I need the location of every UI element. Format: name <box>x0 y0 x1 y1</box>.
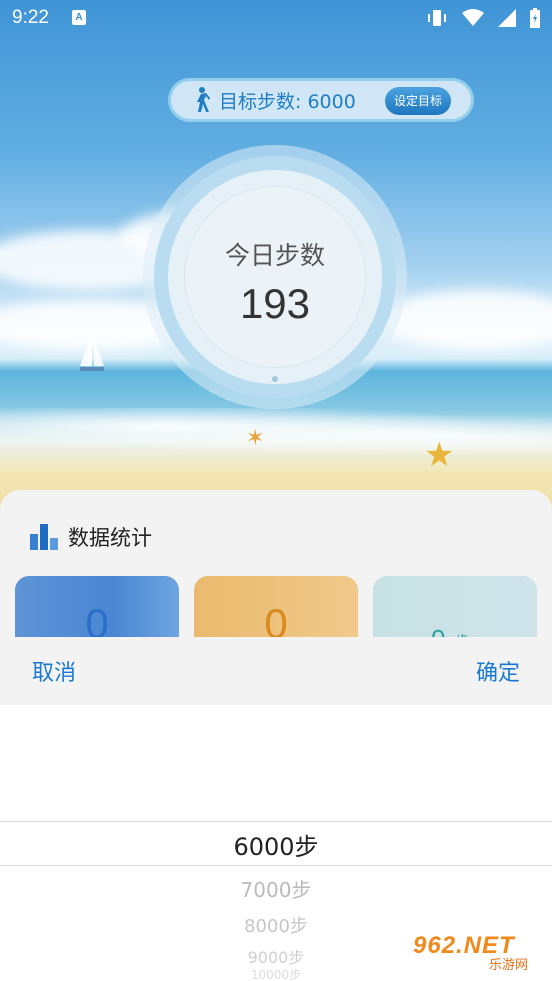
site-watermark: 962.NET 乐游网 <box>413 932 547 974</box>
battery-icon <box>530 8 540 28</box>
sailboat-icon <box>80 334 104 371</box>
cancel-button[interactable]: 取消 <box>32 655 76 687</box>
stats-title: 数据统计 <box>68 526 152 550</box>
status-time: 9:22 <box>12 7 49 28</box>
today-steps-value: 193 <box>239 280 311 327</box>
picker-option[interactable]: 7000步 <box>0 874 552 903</box>
goal-steps-text: 目标步数: 6000 <box>219 90 356 113</box>
today-steps-label: 今日步数 <box>224 241 325 270</box>
picker-toolbar <box>0 637 552 705</box>
notification-a-icon: A <box>72 10 86 25</box>
set-goal-button[interactable]: 设定目标 <box>384 87 451 115</box>
confirm-button[interactable]: 确定 <box>476 655 520 687</box>
signal-icon <box>498 9 516 27</box>
picker-selection-line-top <box>0 821 552 822</box>
status-bar: 9:22 A <box>0 0 552 36</box>
stats-header: 数据统计 <box>30 522 152 552</box>
steps-ring-core <box>184 186 366 368</box>
walking-person-icon <box>197 87 210 112</box>
vibrate-icon <box>428 10 446 26</box>
starfish-icon: ★ <box>424 435 455 475</box>
bar-chart-icon <box>30 524 58 550</box>
watermark-sub: 乐游网 <box>489 958 529 973</box>
picker-option-selected[interactable]: 6000步 <box>0 827 552 862</box>
starfish-icon: ✶ <box>246 426 265 451</box>
wifi-icon <box>462 9 484 26</box>
picker-selection-line-bottom <box>0 865 552 866</box>
goal-pill: 目标步数: 6000 设定目标 <box>168 78 474 122</box>
ring-progress-dot <box>272 376 278 382</box>
